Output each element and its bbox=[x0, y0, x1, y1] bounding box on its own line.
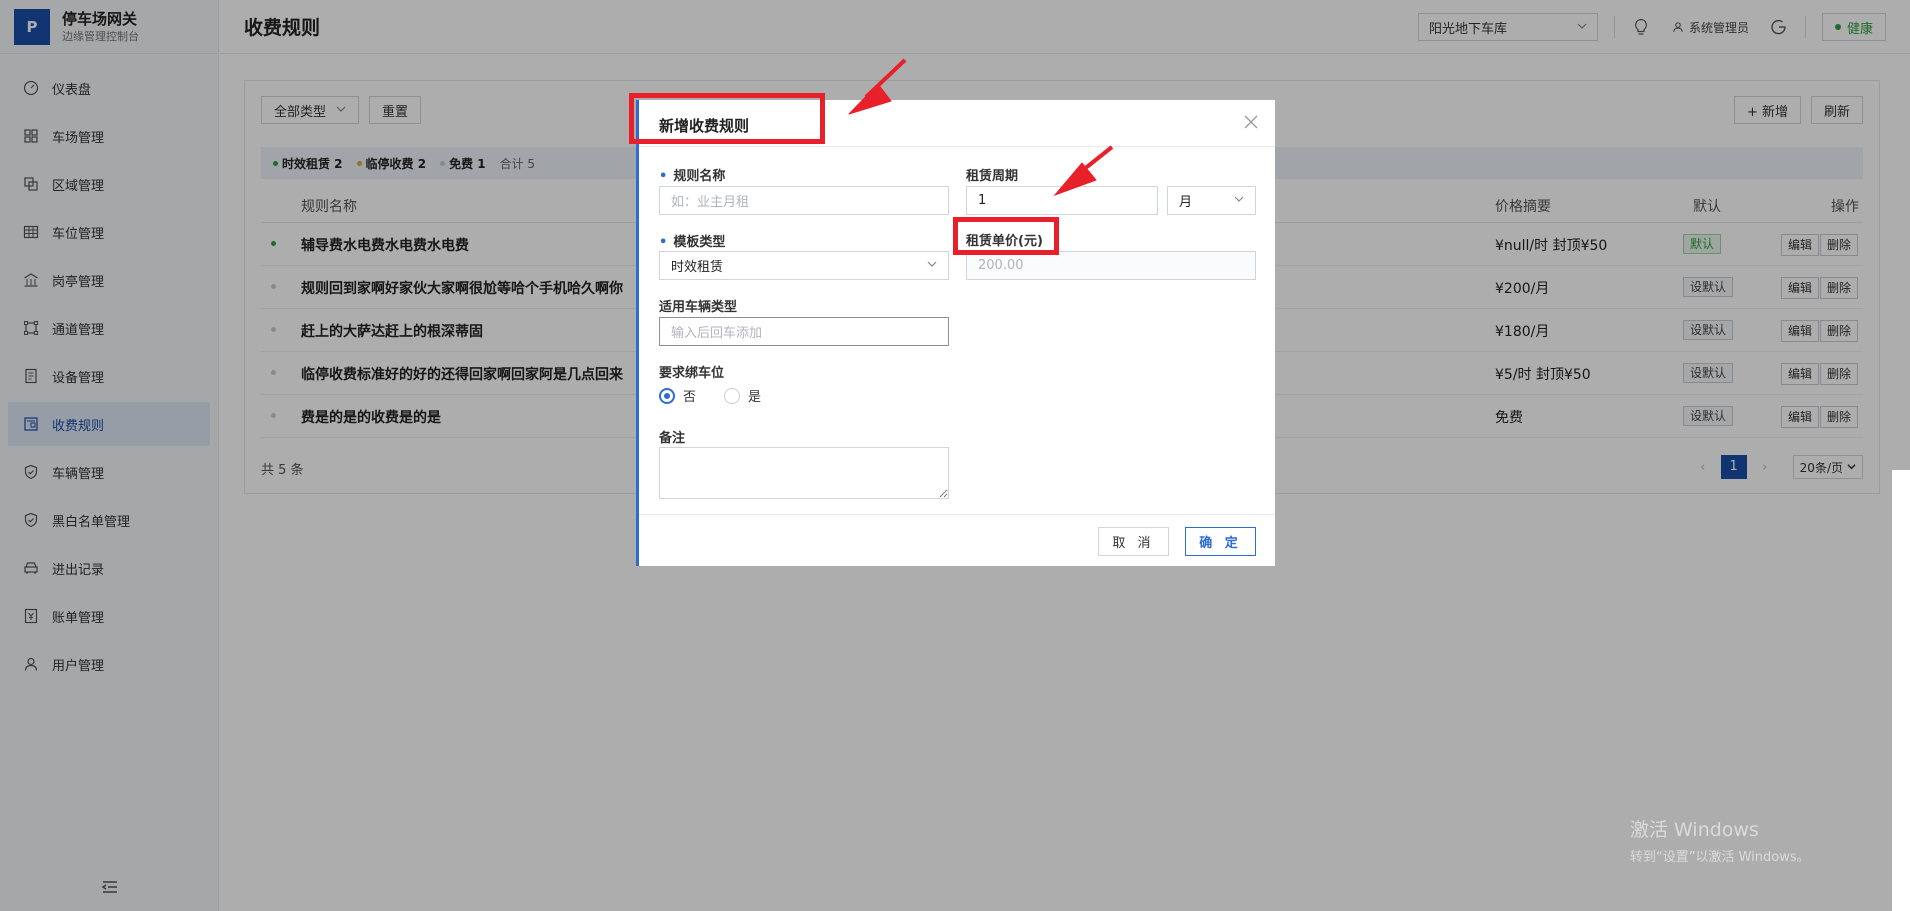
radio-yes[interactable] bbox=[724, 387, 741, 404]
remark-label: 备注 bbox=[659, 431, 686, 446]
watermark-line1: 激活 Windows bbox=[1630, 819, 1759, 841]
close-icon[interactable] bbox=[1243, 114, 1259, 130]
rule-name-input[interactable]: 如：业主月租 bbox=[659, 186, 949, 215]
bind-space-label: 要求绑车位 bbox=[659, 366, 725, 381]
period-unit-select[interactable]: 月 bbox=[1167, 186, 1256, 215]
windows-watermark: 激活 Windows 转到“设置”以激活 Windows。 bbox=[1630, 815, 1810, 865]
annotation-box-title bbox=[629, 93, 825, 144]
remark-textarea[interactable] bbox=[659, 447, 949, 499]
rule-name-label: • 规则名称 bbox=[659, 169, 726, 184]
template-type-value: 时效租赁 bbox=[671, 260, 724, 275]
confirm-button[interactable]: 确 定 bbox=[1185, 527, 1256, 556]
unit-price-input[interactable]: 200.00 bbox=[966, 251, 1256, 280]
add-rule-dialog: 新增收费规则 • 规则名称 如：业主月租 租赁周期 1 月 • 模板类型 时效租赁 … bbox=[636, 100, 1275, 566]
watermark-line2: 转到“设置”以激活 Windows。 bbox=[1630, 850, 1810, 865]
annotation-box-unit-price bbox=[953, 217, 1059, 255]
radio-yes-label: 是 bbox=[748, 390, 762, 405]
period-label: 租赁周期 bbox=[966, 169, 1019, 184]
radio-no[interactable] bbox=[659, 387, 675, 404]
period-unit-value: 月 bbox=[1179, 195, 1193, 210]
bind-space-radio-group: 否 是 bbox=[659, 386, 789, 405]
edge-strip bbox=[1892, 470, 1910, 911]
vehicle-type-label: 适用车辆类型 bbox=[659, 300, 738, 315]
template-type-select[interactable]: 时效租赁 bbox=[659, 251, 949, 280]
chevron-down-icon bbox=[1234, 193, 1244, 208]
cancel-button[interactable]: 取 消 bbox=[1098, 527, 1169, 556]
vehicle-type-input[interactable]: 输入后回车添加 bbox=[659, 317, 949, 346]
radio-no-label: 否 bbox=[683, 390, 697, 405]
chevron-down-icon bbox=[927, 258, 937, 273]
template-type-label: • 模板类型 bbox=[659, 235, 726, 250]
period-input[interactable]: 1 bbox=[966, 186, 1158, 215]
